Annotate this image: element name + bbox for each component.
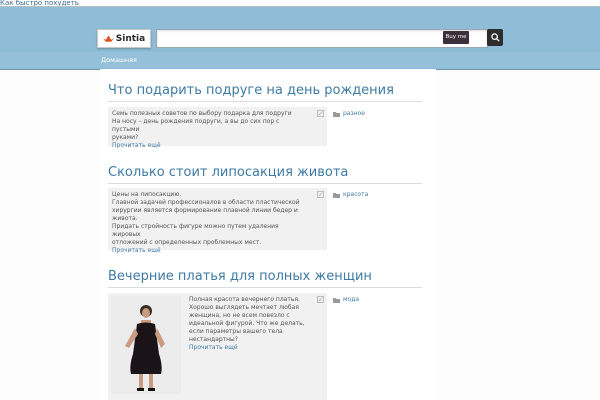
excerpt-line: отложений с определенных проблемных мест… (112, 239, 262, 246)
folder-icon (333, 297, 340, 303)
magnifier-icon (490, 33, 500, 42)
excerpt-line: руками? (112, 134, 139, 141)
excerpt-line: хирургии является формирование плавной л… (112, 207, 298, 214)
post-category[interactable]: мода (333, 296, 359, 303)
post-category[interactable]: красота (333, 191, 368, 198)
excerpt-line: если параметры вашего тела (189, 328, 283, 335)
post-excerpt: Полная красота вечернего платья. Хорошо … (108, 293, 327, 400)
title-divider (108, 101, 422, 102)
nav-home-link[interactable]: Домашняя (101, 56, 137, 64)
read-more-link[interactable]: Прочитать ещё (189, 344, 309, 352)
woman-in-black-dress-photo (111, 296, 181, 394)
excerpt-line: идеальной фигурой. Что же делать, (189, 320, 305, 327)
excerpt-line: Цены на липосакцию. (112, 191, 182, 198)
read-more-link[interactable]: Прочитать ещё (112, 247, 307, 255)
category-label[interactable]: красота (343, 191, 368, 198)
category-label[interactable]: мода (343, 296, 359, 303)
folder-icon (333, 192, 340, 198)
post-title[interactable]: Вечерние платья для полных женщин (108, 269, 372, 284)
search-button[interactable] (487, 29, 503, 46)
site-logo[interactable]: Sintia (97, 29, 151, 48)
edit-pencil-icon[interactable] (317, 110, 324, 117)
excerpt-line: Придать стройность фигуре можно путем уд… (112, 223, 279, 238)
read-more-link[interactable]: Прочитать ещё (112, 142, 307, 150)
title-divider (108, 183, 422, 184)
category-label[interactable]: разное (343, 110, 365, 117)
post-title[interactable]: Что подарить подруге на день рождения (108, 83, 394, 98)
search-input[interactable] (156, 29, 488, 48)
excerpt-line: живота. (112, 215, 138, 222)
nav-bar (0, 52, 600, 68)
logo-text: Sintia (115, 33, 146, 44)
excerpt-line: женщина, но не всем повезло с (189, 312, 290, 319)
post-category[interactable]: разное (333, 110, 365, 117)
edit-pencil-icon[interactable] (317, 191, 324, 198)
excerpt-line: Семь полезных советов по выбору подарка … (112, 110, 292, 117)
post-excerpt: Цены на липосакцию. Главной задачей проф… (108, 188, 327, 254)
buy-button[interactable]: Buy me (443, 31, 469, 44)
flame-crown-icon (102, 34, 114, 42)
edit-pencil-icon[interactable] (317, 296, 324, 303)
post-thumbnail[interactable] (111, 296, 181, 394)
excerpt-line: Главной задачей профессионалов в области… (112, 199, 300, 206)
excerpt-line: нестандартны? (189, 336, 238, 343)
excerpt-line: На носу – день рождения подруги, а вы до… (112, 118, 280, 133)
post-excerpt: Семь полезных советов по выбору подарка … (108, 107, 327, 149)
excerpt-line: Полная красота вечернего платья. (189, 296, 300, 303)
title-divider (108, 287, 422, 288)
folder-icon (333, 111, 340, 117)
post-title[interactable]: Сколько стоит липосакция живота (108, 165, 348, 180)
excerpt-line: Хорошо выглядеть мечтает любая (189, 304, 299, 311)
